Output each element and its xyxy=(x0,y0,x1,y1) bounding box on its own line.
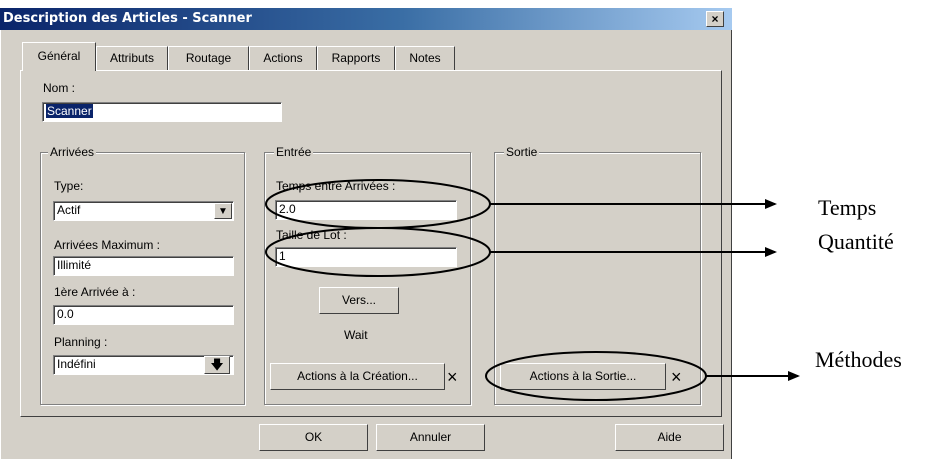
time-highlight-ellipse xyxy=(265,179,491,229)
lot-highlight-ellipse xyxy=(265,227,491,277)
annotation-overlay xyxy=(265,179,800,401)
exit-actions-highlight-ellipse xyxy=(485,351,707,401)
